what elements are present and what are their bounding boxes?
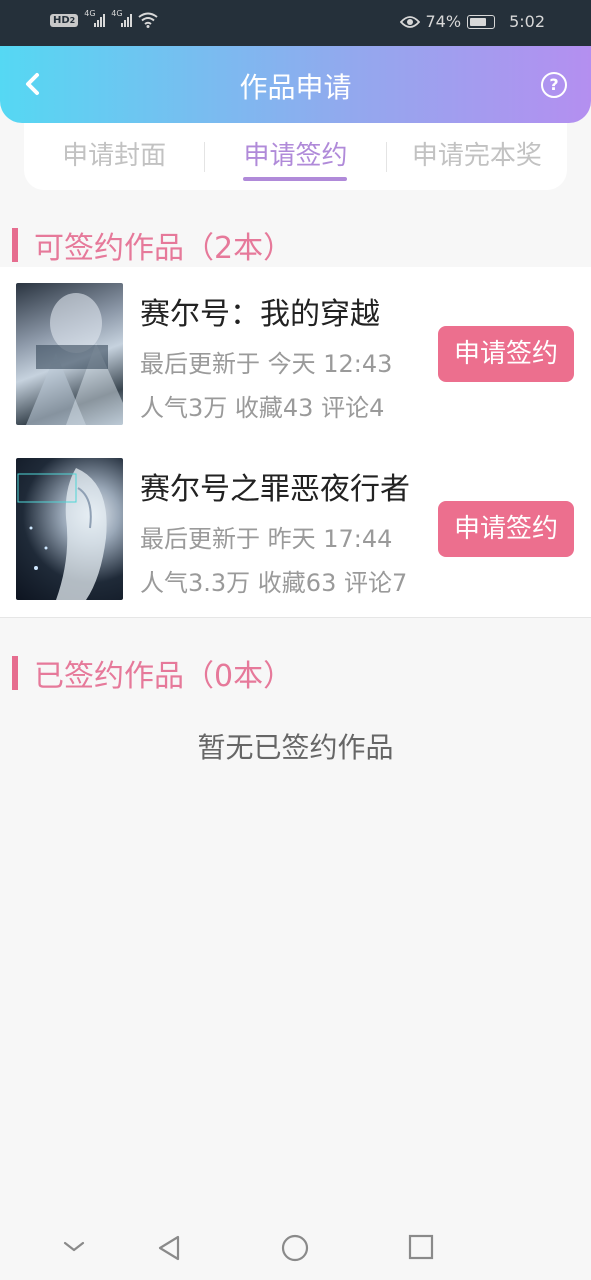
tab-label: 申请完本奖 <box>411 141 542 171</box>
tab-bar: 申请封面 申请签约 申请完本奖 <box>24 123 567 190</box>
signable-section-header: 可签约作品（2本） <box>12 227 293 266</box>
empty-state-text: 暂无已签约作品 <box>197 731 394 764</box>
tab-apply-contract[interactable]: 申请签约 <box>205 123 385 190</box>
eye-icon <box>399 15 420 28</box>
divider <box>0 617 591 618</box>
signal-icon: 4G <box>84 9 106 27</box>
system-nav-bar <box>0 1216 591 1280</box>
signal-icon-2: 4G <box>111 9 133 27</box>
work-title: 赛尔号：我的穿越 <box>140 297 380 332</box>
hd-sub: 2 <box>69 15 76 25</box>
work-stats: 人气3万 收藏43 评论4 <box>140 394 385 422</box>
tab-label: 申请签约 <box>243 141 348 171</box>
page-title: 作品申请 <box>239 71 352 104</box>
back-triangle-icon[interactable] <box>156 1234 182 1262</box>
network-type-label-2: 4G <box>111 9 123 18</box>
tab-apply-completion-award[interactable]: 申请完本奖 <box>387 123 567 190</box>
work-cover-image <box>16 283 123 425</box>
apply-contract-button[interactable]: 申请签约 <box>438 326 574 382</box>
section-accent-bar <box>12 656 18 690</box>
cover-art <box>17 468 107 600</box>
work-title: 赛尔号之罪恶夜行者 <box>140 472 410 507</box>
tab-apply-cover[interactable]: 申请封面 <box>24 123 204 190</box>
hd-badge: HD2 <box>50 13 79 27</box>
app-header: 作品申请 ? <box>0 46 591 123</box>
section-accent-bar <box>12 228 18 262</box>
work-stats: 人气3.3万 收藏63 评论7 <box>140 569 408 597</box>
work-updated: 最后更新于 昨天 17:44 <box>140 525 393 553</box>
question-circle-icon[interactable]: ? <box>541 72 567 98</box>
tab-label: 申请封面 <box>62 141 167 171</box>
apply-contract-button[interactable]: 申请签约 <box>438 501 574 557</box>
status-right: 74% 5:02 <box>399 12 545 31</box>
tab-active-indicator <box>243 177 348 181</box>
recents-square-icon[interactable] <box>408 1234 434 1260</box>
work-cover-image <box>16 458 123 600</box>
network-type-label: 4G <box>84 9 96 18</box>
work-list-item[interactable]: 赛尔号：我的穿越 最后更新于 今天 12:43 人气3万 收藏43 评论4 申请… <box>0 267 591 443</box>
work-updated: 最后更新于 今天 12:43 <box>140 350 393 378</box>
work-list-item[interactable]: 赛尔号之罪恶夜行者 最后更新于 昨天 17:44 人气3.3万 收藏63 评论7… <box>0 442 591 617</box>
battery-percent: 74% <box>425 12 462 31</box>
clock: 5:02 <box>509 12 545 31</box>
home-circle-icon[interactable] <box>281 1234 309 1262</box>
signable-section-title: 可签约作品（2本） <box>34 231 294 266</box>
signed-section-header: 已签约作品（0本） <box>12 655 293 694</box>
status-left: HD2 4G 4G <box>50 9 158 28</box>
wifi-icon <box>138 12 158 28</box>
hd-label: HD <box>53 14 70 26</box>
cover-art <box>26 293 123 425</box>
battery-icon <box>467 14 496 29</box>
status-bar: HD2 4G 4G 74% 5:02 <box>0 0 591 46</box>
signed-section-title: 已签约作品（0本） <box>34 659 294 694</box>
chevron-down-icon[interactable] <box>62 1238 86 1254</box>
